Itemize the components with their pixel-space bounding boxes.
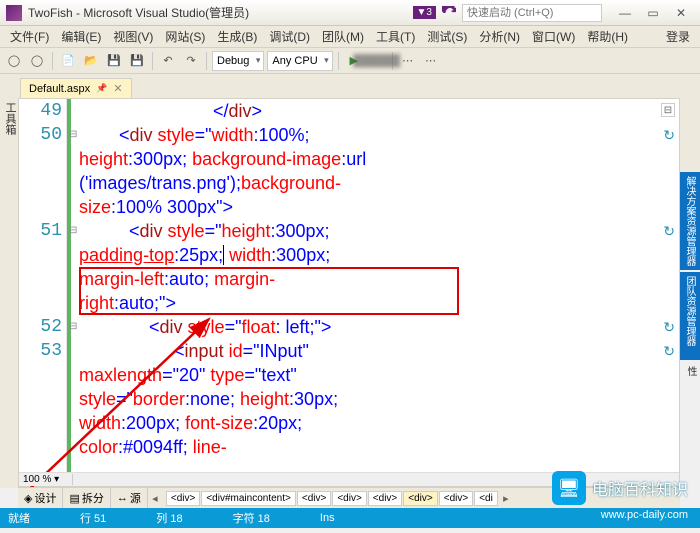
- team-explorer-tab[interactable]: 团队资源管理器: [679, 272, 700, 360]
- browser-select[interactable]: ██████: [367, 51, 387, 71]
- menu-debug[interactable]: 调试(D): [263, 26, 316, 47]
- menu-edit[interactable]: 编辑(E): [55, 26, 107, 47]
- toolbar-icon[interactable]: ⋯: [421, 51, 441, 71]
- breadcrumb-item[interactable]: <div>: [332, 491, 366, 506]
- status-ins: Ins: [320, 512, 335, 524]
- toolbox-panel-tab[interactable]: 工具箱: [0, 98, 18, 488]
- status-col: 列 18: [156, 510, 182, 526]
- menu-view[interactable]: 视图(V): [107, 26, 159, 47]
- vs-logo-icon: [6, 5, 22, 21]
- watermark-text: 电脑百科知识: [592, 476, 688, 500]
- menu-website[interactable]: 网站(S): [159, 26, 211, 47]
- breadcrumb-item[interactable]: <div>: [403, 491, 437, 506]
- nav-back-icon[interactable]: ◯: [4, 51, 24, 71]
- source-view-button[interactable]: ↔ 源: [111, 488, 148, 508]
- watermark: 🖥 电脑百科知识 www.pc-daily.com: [552, 471, 688, 505]
- status-ready: 就绪: [8, 510, 30, 526]
- redo-icon[interactable]: ↷: [181, 51, 201, 71]
- line-number: 53: [40, 341, 62, 361]
- zoom-select[interactable]: 100 % ▾: [19, 474, 73, 485]
- save-icon[interactable]: 💾: [104, 51, 124, 71]
- breadcrumb-next[interactable]: ▸: [499, 492, 513, 505]
- design-view-button[interactable]: ◈ 设计: [18, 488, 63, 508]
- minimize-button[interactable]: —: [612, 4, 638, 22]
- breadcrumb-item[interactable]: <di: [474, 491, 498, 506]
- config-select[interactable]: Debug: [212, 51, 264, 71]
- refresh-icon[interactable]: ↻: [663, 127, 675, 144]
- breadcrumb-prev[interactable]: ◂: [148, 492, 162, 505]
- change-indicator: [67, 99, 71, 472]
- status-line: 行 51: [80, 510, 106, 526]
- toolbar: ◯ ◯ 📄 📂 💾 💾 ↶ ↷ Debug Any CPU ▶ ██████ ⋯…: [0, 48, 700, 74]
- menu-help[interactable]: 帮助(H): [581, 26, 634, 47]
- platform-select[interactable]: Any CPU: [267, 51, 332, 71]
- code-editor[interactable]: 49 50 51 52 53 ⊟ ⊟ ⊟ ⊟ ↻ ↻ ↻ ↻ </</div>d…: [18, 98, 680, 487]
- tab-label: Default.aspx: [29, 83, 90, 95]
- undo-icon[interactable]: ↶: [158, 51, 178, 71]
- menu-tools[interactable]: 工具(T): [370, 26, 421, 47]
- watermark-url: www.pc-daily.com: [601, 509, 688, 521]
- fold-toggle[interactable]: ⊟: [69, 129, 79, 140]
- sync-icon[interactable]: [442, 6, 456, 20]
- line-number: 49: [40, 101, 62, 121]
- breadcrumb-item[interactable]: <div#maincontent>: [201, 491, 296, 506]
- split-view-button[interactable]: ▤ 拆分: [63, 488, 110, 508]
- menu-window[interactable]: 窗口(W): [526, 26, 581, 47]
- new-file-icon[interactable]: 📄: [58, 51, 78, 71]
- refresh-icon[interactable]: ↻: [663, 319, 675, 336]
- login-link[interactable]: 登录: [660, 26, 696, 47]
- tab-close-icon[interactable]: ✕: [113, 82, 122, 95]
- menu-test[interactable]: 测试(S): [421, 26, 473, 47]
- menu-team[interactable]: 团队(M): [316, 26, 370, 47]
- editor-tab[interactable]: Default.aspx 📌 ✕: [20, 78, 132, 98]
- notification-badge[interactable]: ▼3: [413, 6, 436, 19]
- maximize-button[interactable]: ▭: [640, 4, 666, 22]
- solution-explorer-tab[interactable]: 解决方案资源管理器: [679, 172, 700, 270]
- status-char: 字符 18: [233, 510, 270, 526]
- refresh-icon[interactable]: ↻: [663, 223, 675, 240]
- breadcrumb-item[interactable]: <div>: [368, 491, 402, 506]
- pin-icon[interactable]: 📌: [96, 83, 107, 94]
- breadcrumb-item[interactable]: <div>: [297, 491, 331, 506]
- watermark-logo-icon: 🖥: [552, 471, 586, 505]
- nav-fwd-icon[interactable]: ◯: [27, 51, 47, 71]
- open-icon[interactable]: 📂: [81, 51, 101, 71]
- line-number: 51: [40, 221, 62, 241]
- fold-toggle[interactable]: ⊟: [69, 225, 79, 236]
- saveall-icon[interactable]: 💾: [127, 51, 147, 71]
- properties-tab[interactable]: 属性: [680, 362, 700, 380]
- line-number: 50: [40, 125, 62, 145]
- refresh-icon[interactable]: ↻: [663, 343, 675, 360]
- menu-analyze[interactable]: 分析(N): [473, 26, 526, 47]
- line-number: 52: [40, 317, 62, 337]
- status-bar: 就绪 行 51 列 18 字符 18 Ins: [0, 508, 700, 528]
- window-title: TwoFish - Microsoft Visual Studio(管理员): [28, 4, 413, 21]
- highlight-box: [79, 267, 459, 315]
- menu-bar: 文件(F) 编辑(E) 视图(V) 网站(S) 生成(B) 调试(D) 团队(M…: [0, 26, 700, 48]
- menu-build[interactable]: 生成(B): [211, 26, 263, 47]
- toolbar-icon[interactable]: ⋯: [398, 51, 418, 71]
- breadcrumb-item[interactable]: <div>: [166, 491, 200, 506]
- menu-file[interactable]: 文件(F): [4, 26, 55, 47]
- fold-toggle[interactable]: ⊟: [69, 321, 79, 332]
- quick-launch-input[interactable]: [462, 4, 602, 22]
- close-button[interactable]: ✕: [668, 4, 694, 22]
- breadcrumb-item[interactable]: <div>: [439, 491, 473, 506]
